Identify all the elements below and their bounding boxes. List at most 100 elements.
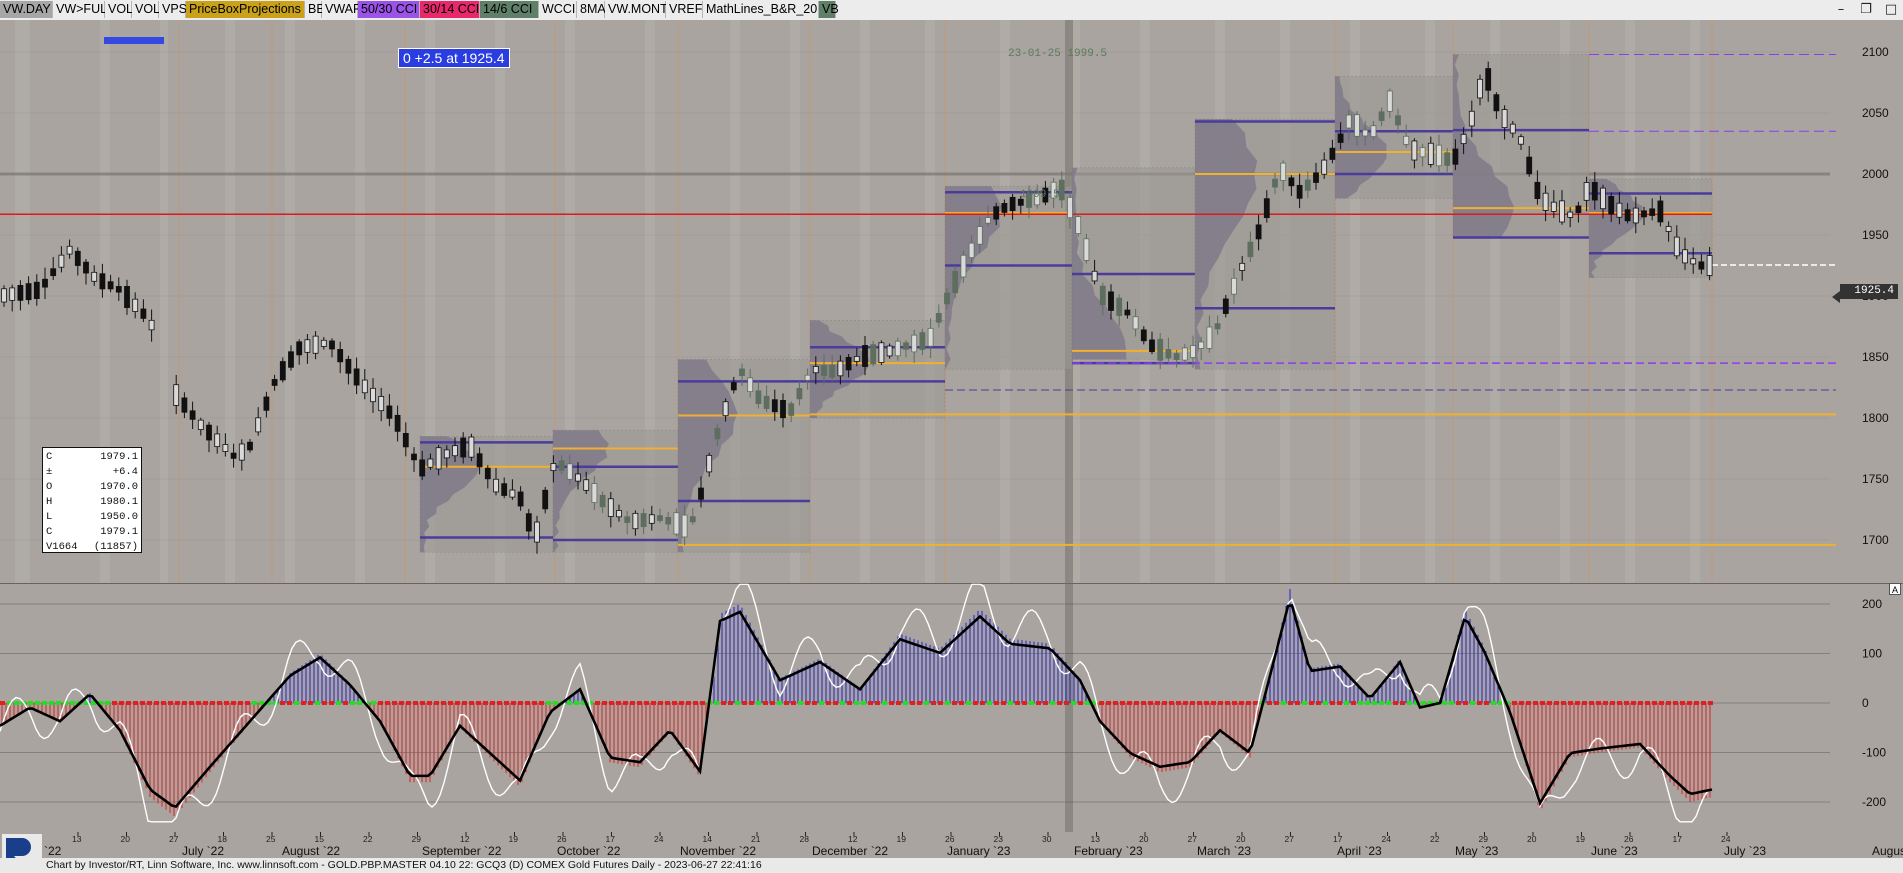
toolbar-button-vps[interactable]: VPS <box>159 1 187 18</box>
zero-line-marker <box>784 701 789 705</box>
toolbar-button-vref[interactable]: VREF <box>666 1 703 18</box>
ohlc-row: L 1950.0 <box>46 510 138 525</box>
toolbar-button-mathlines-b-r-20[interactable]: MathLines_B&R_20 <box>703 1 819 18</box>
zero-line-marker <box>280 701 285 705</box>
candle-body <box>419 459 426 477</box>
zero-line-marker <box>1694 701 1699 705</box>
candle-body <box>1682 249 1688 264</box>
candle-body <box>1386 90 1393 112</box>
month-label: November `22 <box>680 844 756 858</box>
zero-line-marker <box>322 701 327 705</box>
zero-line-marker <box>1309 701 1314 705</box>
toolbar-button-wcci[interactable]: WCCI <box>539 1 577 18</box>
restore-icon[interactable]: ❐ <box>1857 1 1875 18</box>
weekly-band <box>160 20 168 583</box>
candle-body <box>706 454 713 473</box>
toolbar-button-50-30-cci[interactable]: 50/30 CCI <box>358 1 420 18</box>
zero-line-marker <box>1687 701 1692 705</box>
candle-body <box>107 281 114 290</box>
candle-body <box>1378 111 1385 121</box>
day-tick-label: 22 <box>363 834 373 844</box>
zero-line-marker <box>889 701 894 705</box>
toolbar-button-8ma[interactable]: 8MA <box>577 1 606 18</box>
toolbar-button-priceboxprojections[interactable]: PriceBoxProjections <box>186 1 305 18</box>
toolbar-button-30-14-cci[interactable]: 30/14 CCI <box>420 1 480 18</box>
candle-body <box>1362 129 1369 137</box>
month-label: October `22 <box>557 844 621 858</box>
cci-oscillator-chart[interactable]: 200 100 0 -100 -200 <box>0 583 1903 832</box>
toolbar-button-vw-month[interactable]: VW.MONTH <box>605 1 677 18</box>
candle-body <box>1280 162 1287 181</box>
zero-line-marker <box>14 701 19 705</box>
toolbar-button-bb[interactable]: BB <box>305 1 325 18</box>
month-label: February `23 <box>1074 844 1143 858</box>
zero-line-marker <box>868 701 873 705</box>
candle-body <box>1075 216 1082 234</box>
month-label: September `22 <box>422 844 502 858</box>
candle-body <box>1370 125 1377 138</box>
ohlc-row: V1664 (11857) <box>46 540 138 555</box>
candle-body <box>698 487 704 500</box>
candle-body <box>1165 349 1172 359</box>
candle-body <box>525 513 532 532</box>
zero-line-marker <box>1477 701 1482 705</box>
zero-line-marker <box>1638 701 1643 705</box>
candle-body <box>624 516 631 523</box>
candle-body <box>870 344 877 365</box>
toolbar-button-vol[interactable]: VOL <box>105 1 133 18</box>
zero-line-marker <box>1519 701 1524 705</box>
price-chart[interactable]: 21002050200019501900185018001750170023-0… <box>0 20 1903 583</box>
candle-body <box>566 463 573 480</box>
toolbar-button-vb[interactable]: VB <box>819 1 839 18</box>
ohlc-value: 1980.1 <box>100 496 138 508</box>
zero-line-marker <box>903 701 908 705</box>
candle-body <box>1181 347 1188 361</box>
candle-body <box>993 206 1000 220</box>
maximize-icon[interactable]: □ <box>1882 1 1900 18</box>
candle-body <box>927 327 934 347</box>
zero-line-marker <box>721 701 726 705</box>
candle-body <box>378 396 385 412</box>
day-tick-label: 29 <box>412 834 422 844</box>
zero-line-marker <box>1316 701 1321 705</box>
zero-line-marker <box>504 701 509 705</box>
candle-body <box>435 447 442 470</box>
ohlc-key: V1664 <box>46 541 78 553</box>
zero-line-marker <box>1372 701 1377 705</box>
toolbar-button-14-6-cci[interactable]: 14/6 CCI <box>480 1 539 18</box>
zero-line-marker <box>350 701 355 705</box>
candle-body <box>1198 341 1205 349</box>
day-tick-label: 24 <box>1721 834 1731 844</box>
toolbar-button-vw-full[interactable]: VW>FULL <box>53 1 114 18</box>
zero-line-marker <box>679 701 684 705</box>
toolbar-button-vw-day[interactable]: VW.DAY <box>0 1 53 18</box>
zero-line-marker <box>987 701 992 705</box>
zero-line-marker <box>546 701 551 705</box>
oscillator-corner-label[interactable]: A <box>1889 583 1901 595</box>
candle-body <box>1009 196 1016 211</box>
zero-line-marker <box>1330 701 1335 705</box>
candle-body <box>353 368 360 386</box>
minimize-icon[interactable]: – <box>1832 1 1850 18</box>
zero-line-marker <box>315 701 320 705</box>
zero-line-marker <box>140 701 145 705</box>
candle-body <box>1272 178 1278 188</box>
candle-body <box>903 342 909 350</box>
candle-body <box>345 358 352 374</box>
zero-line-marker <box>1666 701 1671 705</box>
candle-body <box>632 512 639 530</box>
candle-body <box>1206 326 1213 349</box>
zero-line-marker <box>1708 701 1713 705</box>
month-label: June `23 <box>1591 844 1638 858</box>
toolbar-button-vwap[interactable]: VWAP <box>322 1 361 18</box>
zero-line-marker <box>1113 701 1118 705</box>
zero-line-marker <box>1470 701 1475 705</box>
candle-body <box>1296 184 1303 199</box>
zero-line-marker <box>56 701 61 705</box>
candle-body <box>583 479 590 491</box>
toolbar-button-vol[interactable]: VOL <box>132 1 160 18</box>
zero-line-marker <box>1610 701 1615 705</box>
zero-line-marker <box>1407 701 1412 705</box>
candle-body <box>1116 297 1123 316</box>
zero-line-marker <box>189 701 194 705</box>
